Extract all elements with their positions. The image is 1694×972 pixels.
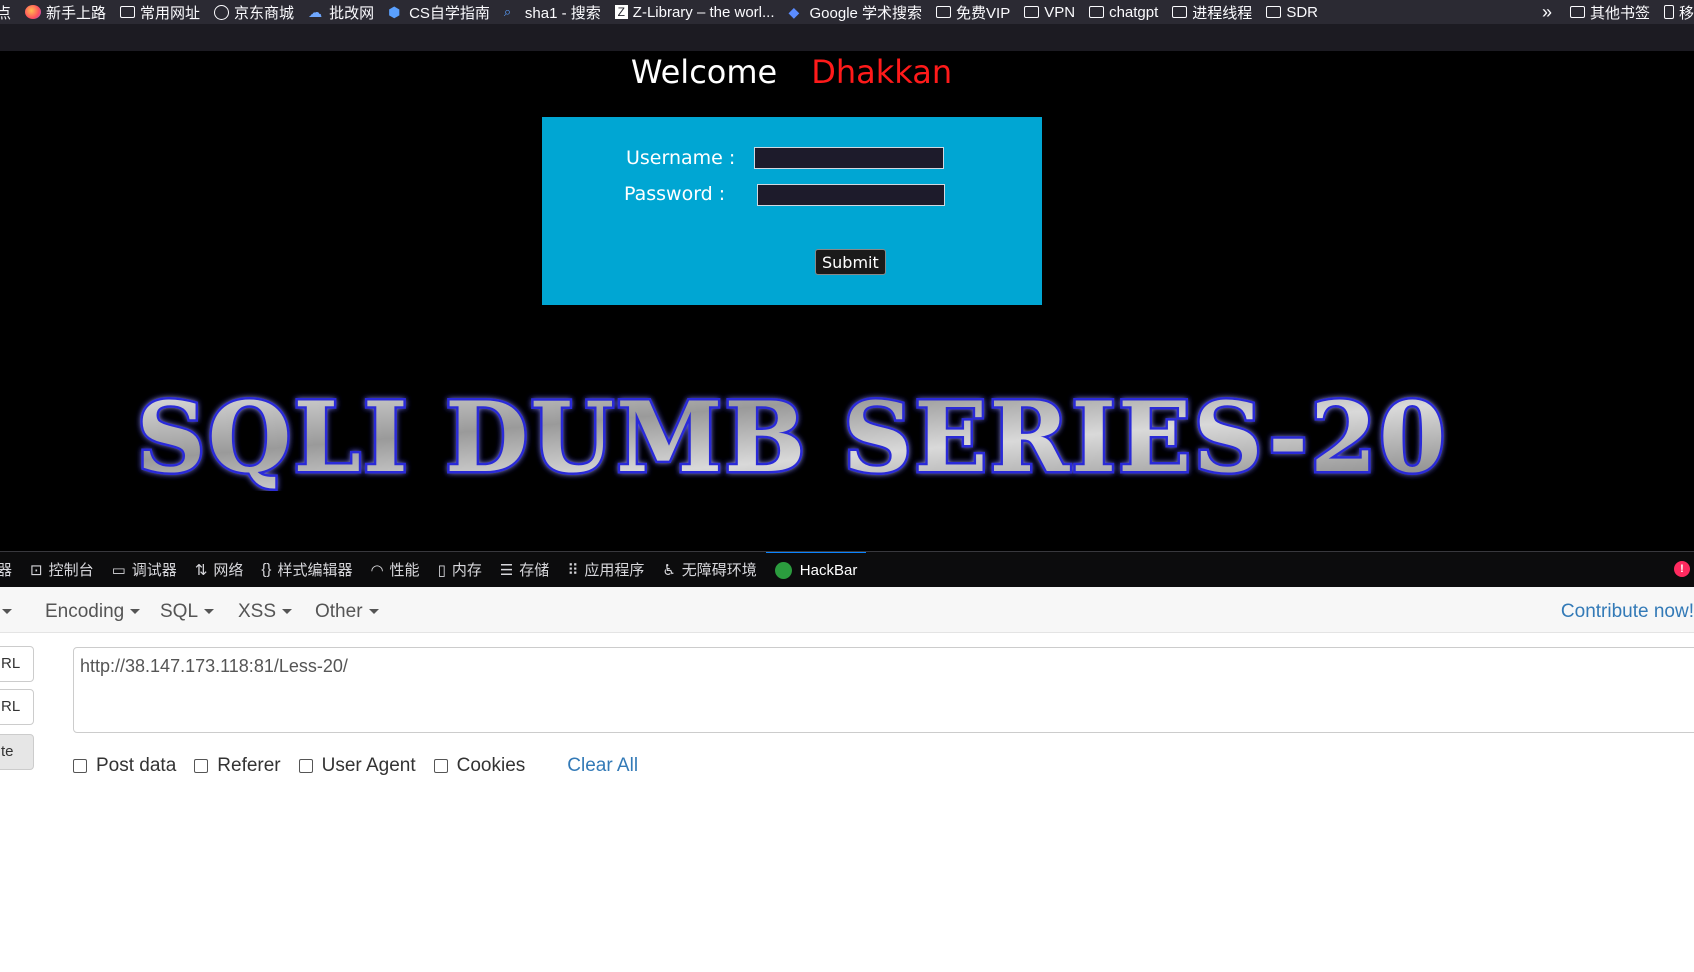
banner-graphic: SQLI DUMB SERIES-20 xyxy=(133,391,1447,491)
cube-icon: ⬢ xyxy=(388,4,401,20)
tab-memory[interactable]: ▯ 内存 xyxy=(429,552,491,587)
login-form: Username : Password : Submit xyxy=(542,117,1042,305)
banner-text: SQLI DUMB SERIES-20 xyxy=(136,391,1447,491)
phone-icon xyxy=(1663,5,1674,19)
clear-all-link[interactable]: Clear All xyxy=(567,755,638,777)
tab-network[interactable]: ⇅ 网络 xyxy=(186,552,253,587)
bookmark-item[interactable]: chatgpt xyxy=(1089,4,1158,21)
hackbar-icon xyxy=(774,562,792,579)
globe-icon xyxy=(214,4,230,20)
bookmark-item[interactable]: 免费VIP xyxy=(936,2,1010,23)
tab-application[interactable]: ⠿ 应用程序 xyxy=(558,552,653,587)
memory-icon: ▯ xyxy=(437,561,446,579)
url-textarea[interactable]: http://38.147.173.118:81/Less-20/ xyxy=(73,647,1694,733)
bookmark-item[interactable]: ⌕ sha1 - 搜索 xyxy=(504,2,601,23)
caret-down-icon xyxy=(204,609,215,615)
user-agent-option[interactable]: User Agent xyxy=(298,755,416,777)
tab-performance[interactable]: ◠ 性能 xyxy=(361,552,428,587)
tab-debugger[interactable]: ▭ 调试器 xyxy=(103,552,186,587)
username-label: Username : xyxy=(626,147,736,169)
tab-console[interactable]: ⊡ 控制台 xyxy=(21,552,103,587)
password-label: Password : xyxy=(624,183,726,205)
checkbox[interactable] xyxy=(433,759,448,773)
zlibrary-icon: Z xyxy=(614,5,628,19)
caret-down-icon xyxy=(2,609,12,615)
checkbox[interactable] xyxy=(298,759,313,773)
welcome-heading: Welcome Dhakkan xyxy=(0,53,1583,91)
debugger-icon: ▭ xyxy=(111,561,126,579)
bookmark-item[interactable]: 京东商城 xyxy=(214,2,294,23)
chevron-overflow-icon[interactable]: » xyxy=(1542,2,1552,23)
bookmark-item[interactable]: 常用网址 xyxy=(120,2,200,23)
bookmark-item[interactable]: 点 xyxy=(0,2,11,23)
search-icon: ⌕ xyxy=(503,4,512,19)
bookmark-item[interactable]: ◆ Google 学术搜索 xyxy=(789,2,923,23)
mobile-bookmarks[interactable]: 移 xyxy=(1663,2,1694,23)
google-scholar-icon: ◆ xyxy=(788,4,800,20)
checkbox[interactable] xyxy=(194,759,209,773)
tab-style-editor[interactable]: {} 样式编辑器 xyxy=(252,552,361,587)
console-icon: ⊡ xyxy=(30,561,43,579)
request-options: Post data Referer User Agent Cookies Cle… xyxy=(73,755,638,777)
accessibility-icon: ♿ xyxy=(662,561,676,579)
caret-down-icon xyxy=(368,609,379,615)
bookmark-item[interactable]: ⬢ CS自学指南 xyxy=(388,2,490,23)
split-url-button[interactable]: RL xyxy=(0,689,34,725)
menu-xss[interactable]: XSS xyxy=(238,601,293,623)
style-editor-icon: {} xyxy=(261,561,272,578)
bookmark-item[interactable]: 新手上路 xyxy=(25,2,106,23)
folder-icon xyxy=(1266,6,1282,18)
folder-icon xyxy=(1089,6,1105,18)
caret-down-icon xyxy=(282,609,293,615)
application-icon: ⠿ xyxy=(567,561,579,579)
bookmark-item[interactable]: VPN xyxy=(1024,4,1075,21)
checkbox[interactable] xyxy=(73,759,87,773)
tab-accessibility[interactable]: ♿ 无障碍环境 xyxy=(653,552,765,587)
menu-load-dropdown[interactable] xyxy=(0,601,12,623)
network-icon: ⇅ xyxy=(194,561,208,579)
referer-option[interactable]: Referer xyxy=(194,755,281,777)
page-viewport: Welcome Dhakkan Username : Password : Sub… xyxy=(0,51,1694,551)
folder-icon xyxy=(1569,6,1585,18)
firefox-icon xyxy=(25,5,42,19)
menu-other[interactable]: Other xyxy=(315,601,379,623)
storage-icon: ☰ xyxy=(499,561,514,579)
submit-button[interactable]: Submit xyxy=(815,249,886,275)
bookmark-item[interactable]: ☁ 批改网 xyxy=(308,2,374,23)
bookmarks-right: » 其他书签 移 xyxy=(1541,0,1694,24)
caret-down-icon xyxy=(130,609,141,615)
load-url-button[interactable]: RL xyxy=(0,646,34,682)
error-icon[interactable]: ! xyxy=(1674,561,1690,577)
toolbar-gap xyxy=(0,24,1694,51)
cookies-option[interactable]: Cookies xyxy=(433,755,525,777)
menu-encoding[interactable]: Encoding xyxy=(45,601,141,623)
folder-icon xyxy=(120,6,136,18)
welcome-text: Welcome xyxy=(630,53,778,91)
folder-icon xyxy=(936,6,952,18)
devtools-toolbar: 器 ⊡控制台 ▭调试器 ⇅网络 {}样式编辑器 ◠性能 ▯内存 ☰存储 ⠿应用程… xyxy=(0,551,1694,587)
tab-hackbar[interactable]: HackBar xyxy=(765,552,867,587)
series-banner: SQLI DUMB SERIES-20 xyxy=(0,391,1583,491)
password-input[interactable] xyxy=(757,184,945,206)
bookmarks-bar: 点 新手上路 常用网址 京东商城 ☁ 批改网 ⬢ CS自学指南 ⌕ sha1 - 搜索… xyxy=(0,0,1694,24)
tab-inspector[interactable]: 器 xyxy=(0,552,21,587)
bookmark-item[interactable]: Z Z-Library – the worl... xyxy=(614,4,775,21)
performance-icon: ◠ xyxy=(370,561,384,579)
cloud-icon: ☁ xyxy=(308,4,323,20)
username-input[interactable] xyxy=(754,147,944,169)
user-name: Dhakkan xyxy=(811,53,953,91)
bookmark-item[interactable]: 进程线程 xyxy=(1172,2,1252,23)
execute-button[interactable]: te xyxy=(0,734,34,770)
contribute-link[interactable]: Contribute now! xyxy=(1561,601,1694,623)
folder-icon xyxy=(1024,6,1040,18)
tab-storage[interactable]: ☰ 存储 xyxy=(491,552,558,587)
hackbar-menu: Encoding SQL XSS Other Contribute now! xyxy=(0,587,1694,633)
other-bookmarks[interactable]: 其他书签 xyxy=(1569,2,1650,23)
post-data-option[interactable]: Post data xyxy=(73,755,176,777)
menu-sql[interactable]: SQL xyxy=(160,601,215,623)
folder-icon xyxy=(1172,6,1188,18)
bookmark-item[interactable]: SDR xyxy=(1266,4,1318,21)
